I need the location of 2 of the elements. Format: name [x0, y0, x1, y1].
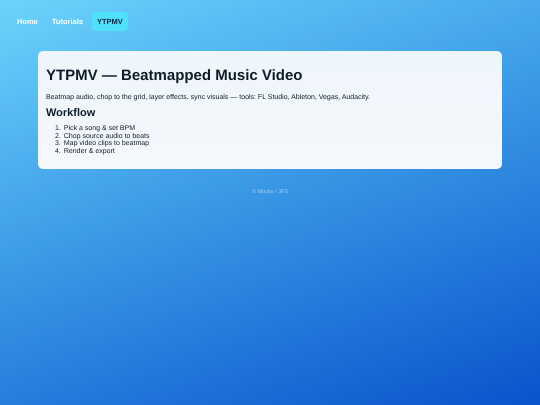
page-title: YTPMV — Beatmapped Music Video [46, 67, 304, 84]
section-heading: Workflow [46, 107, 96, 119]
